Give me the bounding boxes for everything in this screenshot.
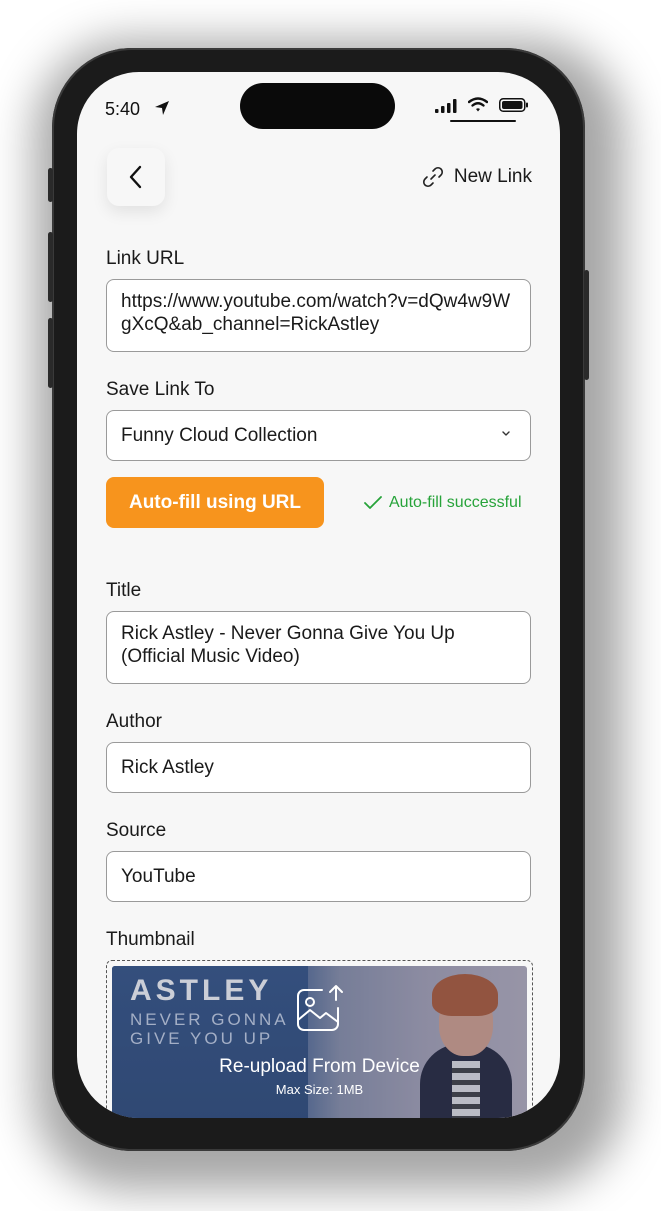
link-url-label: Link URL <box>106 248 185 269</box>
autofill-status: Auto-fill successful <box>363 494 522 512</box>
source-label: Source <box>106 820 167 841</box>
autofill-status-text: Auto-fill successful <box>389 494 522 511</box>
volume-down-button <box>48 318 53 388</box>
author-label: Author <box>106 711 162 732</box>
app-screen: 5:40 New Link Link URL https://www.youtu… <box>77 72 560 1118</box>
power-button <box>584 270 589 380</box>
status-underline <box>450 120 516 122</box>
title-input[interactable]: Rick Astley - Never Gonna Give You Up (O… <box>106 611 531 684</box>
status-time: 5:40 <box>105 99 141 119</box>
save-link-to-label: Save Link To <box>106 379 215 400</box>
image-upload-icon <box>297 985 343 1031</box>
link-url-input[interactable]: https://www.youtube.com/watch?v=dQw4w9Wg… <box>106 279 531 352</box>
wifi-icon <box>468 97 488 112</box>
max-size-label: Max Size: 1MB <box>275 1082 364 1097</box>
link-icon <box>422 166 443 188</box>
new-link-button[interactable]: New Link <box>422 166 532 188</box>
back-button[interactable] <box>107 148 165 206</box>
checkmark-icon <box>364 496 382 509</box>
location-arrow-icon <box>155 101 169 115</box>
status-bar: 5:40 <box>77 72 560 132</box>
chevron-down-icon <box>502 431 510 436</box>
thumbnail-label: Thumbnail <box>106 929 195 950</box>
author-input[interactable]: Rick Astley <box>106 742 531 793</box>
title-label: Title <box>106 580 142 601</box>
cellular-signal-icon <box>435 99 457 113</box>
collection-select-value: Funny Cloud Collection <box>121 424 318 446</box>
reupload-label[interactable]: Re-upload From Device <box>112 1056 527 1078</box>
chevron-left-icon <box>129 165 142 189</box>
autofill-button[interactable]: Auto-fill using URL <box>106 477 324 528</box>
mute-switch <box>48 168 53 202</box>
collection-select[interactable]: Funny Cloud Collection <box>106 410 531 461</box>
battery-icon <box>499 98 528 112</box>
thumbnail-image: ASTLEY NEVER GONNA GIVE YOU UP Re-upload… <box>112 966 527 1118</box>
thumbnail-dropzone[interactable]: ASTLEY NEVER GONNA GIVE YOU UP Re-upload… <box>106 960 533 1118</box>
dynamic-island <box>240 83 395 129</box>
source-input[interactable]: YouTube <box>106 851 531 902</box>
new-link-label: New Link <box>453 166 532 187</box>
volume-up-button <box>48 232 53 302</box>
